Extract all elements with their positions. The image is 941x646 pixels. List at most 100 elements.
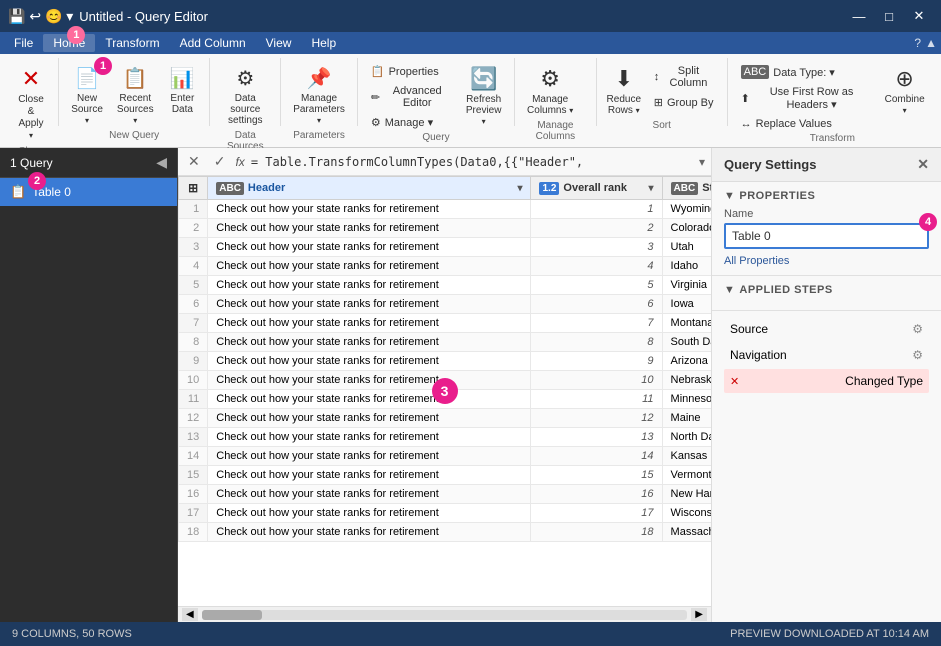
menu-add-column[interactable]: Add Column xyxy=(170,34,256,52)
cell-rank: 8 xyxy=(531,333,662,352)
new-query-group-label: New Query xyxy=(65,130,203,141)
split-column-button[interactable]: ↕ Split Column xyxy=(647,62,721,92)
maximize-button[interactable]: □ xyxy=(875,6,903,26)
menu-home[interactable]: Home 1 xyxy=(43,34,95,52)
parameters-buttons: 📌 ManageParameters ▾ xyxy=(287,62,351,130)
use-first-row-label: Use First Row as Headers ▾ xyxy=(754,86,869,111)
close-window-button[interactable]: ✕ xyxy=(905,6,933,26)
query-item-table0[interactable]: 📋 Table 0 2 xyxy=(0,178,177,206)
formula-input[interactable] xyxy=(251,155,693,169)
cell-header: Check out how your state ranks for retir… xyxy=(208,257,531,276)
col-filter-overall-rank[interactable]: ▾ xyxy=(649,183,654,194)
refresh-preview-label: RefreshPreview ▾ xyxy=(465,94,502,127)
table-row[interactable]: 18Check out how your state ranks for ret… xyxy=(179,523,712,542)
query-name-input[interactable] xyxy=(724,223,929,249)
table-row[interactable]: 12Check out how your state ranks for ret… xyxy=(179,409,712,428)
advanced-editor-button[interactable]: ✏ Advanced Editor xyxy=(364,82,457,112)
table-row[interactable]: 17Check out how your state ranks for ret… xyxy=(179,504,712,523)
row-number: 4 xyxy=(179,257,208,276)
close-apply-button[interactable]: ✕ Close &Apply ▾ xyxy=(10,62,52,146)
col-header-state[interactable]: ABC State ▾ xyxy=(662,177,711,200)
formula-dropdown-icon[interactable]: ▾ xyxy=(699,155,705,169)
table-row[interactable]: 1Check out how your state ranks for reti… xyxy=(179,200,712,219)
title-bar-controls[interactable]: — □ ✕ xyxy=(845,6,933,26)
table-row[interactable]: 9Check out how your state ranks for reti… xyxy=(179,352,712,371)
data-source-settings-button[interactable]: ⚙ Data sourcesettings xyxy=(216,62,274,130)
table-row[interactable]: 6Check out how your state ranks for reti… xyxy=(179,295,712,314)
menu-view[interactable]: View xyxy=(256,34,302,52)
table-row[interactable]: 10Check out how your state ranks for ret… xyxy=(179,371,712,390)
formula-cancel-button[interactable]: ✕ xyxy=(184,151,204,172)
row-number: 2 xyxy=(179,219,208,238)
col-header-overall-rank[interactable]: 1.2 Overall rank ▾ xyxy=(531,177,662,200)
table-row[interactable]: 16Check out how your state ranks for ret… xyxy=(179,485,712,504)
manage-parameters-button[interactable]: 📌 ManageParameters ▾ xyxy=(287,62,351,130)
badge-4: 4 xyxy=(919,213,937,231)
table-row[interactable]: 2Check out how your state ranks for reti… xyxy=(179,219,712,238)
table-row[interactable]: 7Check out how your state ranks for reti… xyxy=(179,314,712,333)
formula-confirm-button[interactable]: ✓ xyxy=(210,151,230,172)
title-bar: 💾 ↩ 😊 ▾ Untitled - Query Editor — □ ✕ xyxy=(0,0,941,32)
table-row[interactable]: 14Check out how your state ranks for ret… xyxy=(179,447,712,466)
reduce-rows-icon: ⬇ xyxy=(615,66,633,92)
manage-columns-button[interactable]: ⚙ ManageColumns ▾ xyxy=(521,62,579,120)
data-type-button[interactable]: ABC Data Type: ▾ xyxy=(734,62,877,82)
properties-button[interactable]: 📋 Properties xyxy=(364,62,457,81)
table-row[interactable]: 3Check out how your state ranks for reti… xyxy=(179,238,712,257)
applied-step-source[interactable]: Source⚙ xyxy=(724,317,929,341)
table-row[interactable]: 8Check out how your state ranks for reti… xyxy=(179,333,712,352)
step-gear-icon[interactable]: ⚙ xyxy=(912,322,923,336)
group-by-button[interactable]: ⊞ Group By xyxy=(647,93,721,112)
new-query-buttons: 📄 NewSource ▾ 1 📋 RecentSources ▾ 📊 Ente… xyxy=(65,62,203,130)
scroll-left-button[interactable]: ◀ xyxy=(182,608,198,621)
replace-values-button[interactable]: ↔ Replace Values xyxy=(734,115,877,133)
cell-rank: 17 xyxy=(531,504,662,523)
reduce-rows-label: ReduceRows ▾ xyxy=(607,94,641,116)
reduce-rows-button[interactable]: ⬇ ReduceRows ▾ xyxy=(603,62,645,120)
table-row[interactable]: 11Check out how your state ranks for ret… xyxy=(179,390,712,409)
scroll-right-button[interactable]: ▶ xyxy=(691,608,707,621)
cell-state: New Hampshire xyxy=(662,485,711,504)
grid-body: 1Check out how your state ranks for reti… xyxy=(179,200,712,542)
use-first-row-button[interactable]: ⬆ Use First Row as Headers ▾ xyxy=(734,83,877,114)
col-filter-header[interactable]: ▾ xyxy=(517,183,522,194)
cell-state: Wisconsin xyxy=(662,504,711,523)
new-source-button[interactable]: 📄 NewSource ▾ 1 xyxy=(65,62,109,130)
status-bar: 9 COLUMNS, 50 ROWS PREVIEW DOWNLOADED AT… xyxy=(0,622,941,646)
applied-step-navigation[interactable]: Navigation⚙ xyxy=(724,343,929,367)
scrollbar-track[interactable] xyxy=(202,610,688,620)
menu-transform[interactable]: Transform xyxy=(95,34,169,52)
enter-data-button[interactable]: 📊 EnterData xyxy=(161,62,203,119)
help-icon[interactable]: ? xyxy=(914,36,921,50)
menu-help[interactable]: Help xyxy=(301,34,346,52)
menu-bar-right: ? ▲ xyxy=(914,36,937,50)
all-properties-link[interactable]: All Properties xyxy=(724,255,929,267)
applied-step-changed-type[interactable]: ✕Changed Type xyxy=(724,369,929,393)
scrollbar-thumb[interactable] xyxy=(202,610,262,620)
ribbon-group-close: ✕ Close &Apply ▾ Close xyxy=(4,58,59,126)
horizontal-scrollbar[interactable]: ◀ ▶ xyxy=(178,606,711,622)
steps-collapse-icon[interactable]: ▼ xyxy=(724,284,735,296)
recent-sources-button[interactable]: 📋 RecentSources ▾ xyxy=(111,62,159,130)
table-row[interactable]: 15Check out how your state ranks for ret… xyxy=(179,466,712,485)
step-gear-icon[interactable]: ⚙ xyxy=(912,348,923,362)
combine-button[interactable]: ⊕ Combine ▾ xyxy=(878,62,931,120)
col-header-header[interactable]: ABC Header ▾ xyxy=(208,177,531,200)
queries-collapse-button[interactable]: ◀ xyxy=(156,154,167,171)
settings-close-button[interactable]: ✕ xyxy=(917,156,929,173)
menu-file[interactable]: File xyxy=(4,34,43,52)
manage-button[interactable]: ⚙ Manage ▾ xyxy=(364,113,457,132)
minimize-button[interactable]: — xyxy=(845,6,873,26)
refresh-preview-button[interactable]: 🔄 RefreshPreview ▾ xyxy=(459,62,508,131)
data-grid[interactable]: ⊞ ABC Header ▾ 1.2 xyxy=(178,176,711,606)
table-row[interactable]: 5Check out how your state ranks for reti… xyxy=(179,276,712,295)
table-row[interactable]: 4Check out how your state ranks for reti… xyxy=(179,257,712,276)
table-row[interactable]: 13Check out how your state ranks for ret… xyxy=(179,428,712,447)
cell-header: Check out how your state ranks for retir… xyxy=(208,485,531,504)
manage-parameters-icon: 📌 xyxy=(307,66,332,91)
section-collapse-icon[interactable]: ▼ xyxy=(724,190,735,202)
cell-header: Check out how your state ranks for retir… xyxy=(208,504,531,523)
expand-icon[interactable]: ▲ xyxy=(925,36,937,50)
cell-header: Check out how your state ranks for retir… xyxy=(208,466,531,485)
row-number: 13 xyxy=(179,428,208,447)
